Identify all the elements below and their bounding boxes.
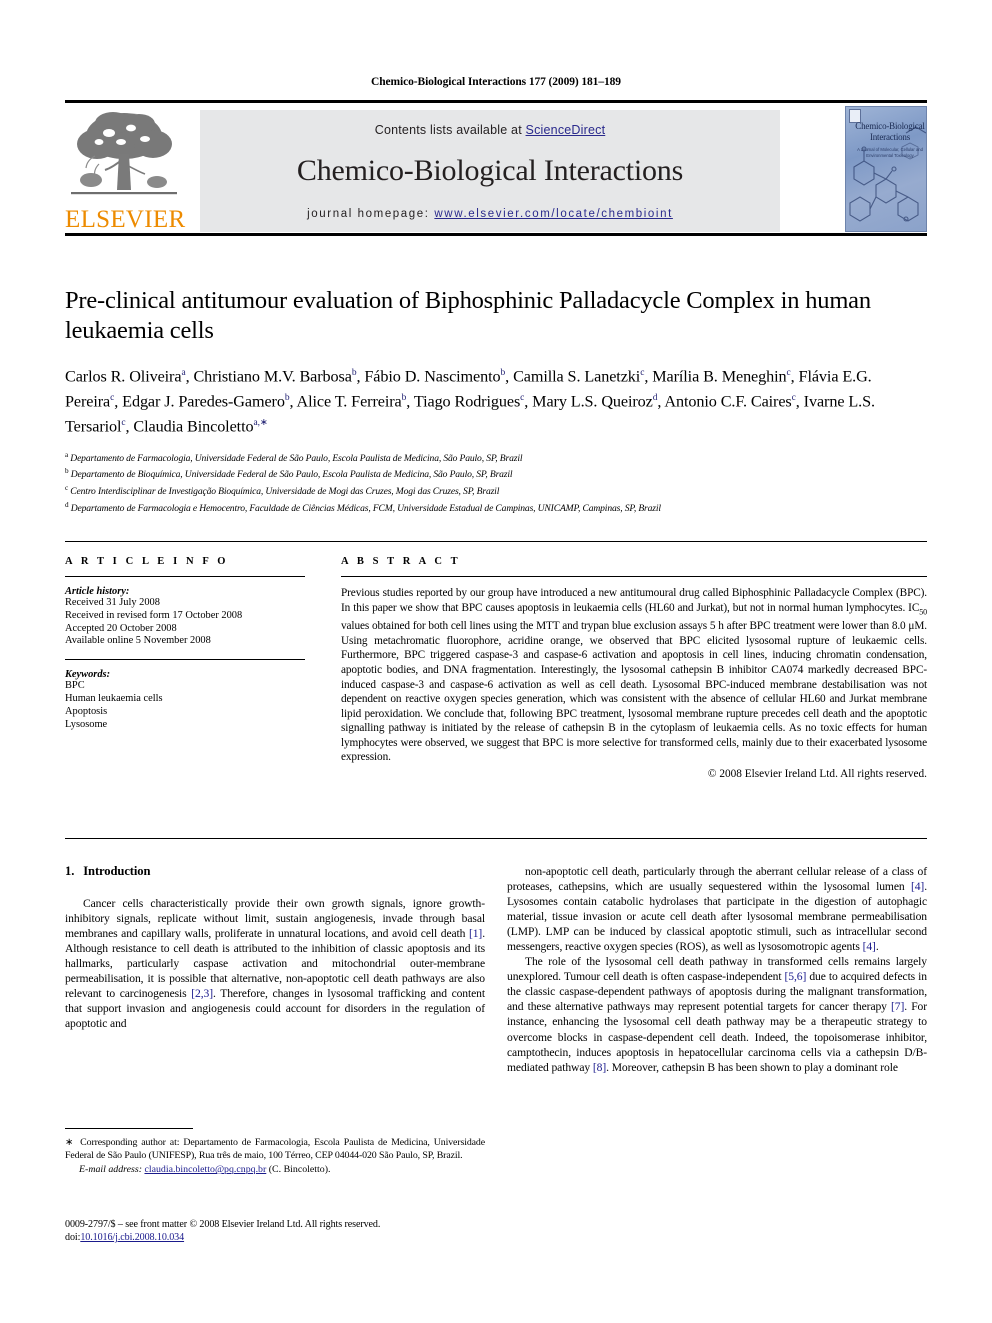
author-list: Carlos R. Oliveiraa, Christiano M.V. Bar… xyxy=(65,367,875,436)
issn-front-matter-line: 0009-2797/$ – see front matter © 2008 El… xyxy=(65,1219,381,1230)
elsevier-logo: ELSEVIER xyxy=(65,106,186,234)
keyword-item: Human leukaemia cells xyxy=(65,692,163,704)
affiliation-mark: c xyxy=(65,484,69,493)
article-history-item: Received 31 July 2008 xyxy=(65,597,160,608)
imprint-block: 0009-2797/$ – see front matter © 2008 El… xyxy=(65,1218,505,1244)
masthead-bottom-rule xyxy=(65,233,927,236)
doi-link[interactable]: 10.1016/j.cbi.2008.10.034 xyxy=(80,1232,184,1243)
keyword-item: Apoptosis xyxy=(65,705,108,717)
masthead-top-rule xyxy=(65,100,927,103)
doi-label: doi: xyxy=(65,1232,81,1243)
affiliation-mark: b xyxy=(65,467,69,476)
article-info-heading: A R T I C L E I N F O xyxy=(65,556,229,567)
abstract-column: A B S T R A C T Previous studies reporte… xyxy=(341,556,927,780)
affiliation-text: Departamento de Farmacologia, Universida… xyxy=(70,452,523,464)
abstract-copyright: © 2008 Elsevier Ireland Ltd. All rights … xyxy=(707,767,927,780)
keywords-rule xyxy=(65,659,305,661)
article-history-item: Received in revised form 17 October 2008 xyxy=(65,609,243,621)
keywords-label: Keywords: xyxy=(65,669,111,681)
affiliation-list: a Departamento de Farmacologia, Universi… xyxy=(65,449,927,516)
title-block: Pre-clinical antitumour evaluation of Bi… xyxy=(65,286,927,516)
footnote-text: ∗ Corresponding author at: Departamento d… xyxy=(65,1137,485,1162)
info-section-top-rule xyxy=(65,541,927,542)
affiliation-item: c Centro Interdisciplinar de Investigaçã… xyxy=(65,482,927,499)
masthead-band: Contents lists available at ScienceDirec… xyxy=(200,110,780,232)
abstract-heading: A B S T R A C T xyxy=(341,556,461,567)
body-paragraph: Cancer cells characteristically provide … xyxy=(65,897,485,1031)
paper-page: Chemico-Biological Interactions 177 (200… xyxy=(0,0,992,1323)
keyword-item: BPC xyxy=(65,680,85,692)
article-history-item: Accepted 20 October 2008 xyxy=(65,622,177,634)
elsevier-wordmark: ELSEVIER xyxy=(65,206,186,233)
corresponding-author-footnote: ∗ Corresponding author at: Departamento d… xyxy=(65,1128,485,1177)
journal-masthead: ELSEVIER Contents lists available at Sci… xyxy=(65,100,927,236)
affiliation-text: Departamento de Bioquímica, Universidade… xyxy=(70,469,513,481)
journal-homepage-link[interactable]: www.elsevier.com/locate/chembioint xyxy=(434,208,672,220)
affiliation-item: a Departamento de Farmacologia, Universi… xyxy=(65,449,927,466)
sciencedirect-link[interactable]: ScienceDirect xyxy=(526,123,606,137)
body-paragraph: non-apoptotic cell death, particularly t… xyxy=(507,865,927,954)
cover-subtitle: A Journal of Molecular, Cellular and Env… xyxy=(857,147,923,158)
paper-title: Pre-clinical antitumour evaluation of Bi… xyxy=(65,287,871,344)
journal-title: Chemico-Biological Interactions xyxy=(296,154,684,187)
email-attribution: (C. Bincoletto). xyxy=(268,1164,331,1176)
elsevier-tree-icon xyxy=(71,112,177,195)
corresponding-author-email-link[interactable]: claudia.bincoletto@pq.cnpq.br xyxy=(144,1164,266,1175)
email-address-label: E-mail address: xyxy=(79,1164,142,1176)
article-history-label: Article history: xyxy=(65,586,130,597)
contents-available-line: Contents lists available at ScienceDirec… xyxy=(200,123,780,137)
contents-prefix: Contents lists available at xyxy=(374,123,526,137)
article-info-rule xyxy=(65,576,305,577)
body-column-right: non-apoptotic cell death, particularly t… xyxy=(507,864,927,1075)
affiliation-item: b Departamento de Bioquímica, Universida… xyxy=(65,465,927,482)
footnote-corresponding-text: Corresponding author at: Departamento de… xyxy=(65,1137,485,1161)
body-paragraph: The role of the lysosomal cell death pat… xyxy=(507,955,928,1074)
journal-cover-thumbnail: Chemico-Biological Interactions A Journa… xyxy=(845,106,927,232)
doi-line: doi:10.1016/j.cbi.2008.10.034 xyxy=(65,1231,505,1244)
cover-title: Chemico-Biological Interactions xyxy=(855,121,925,142)
keyword-item: Lysosome xyxy=(65,718,108,730)
footnote-rule xyxy=(65,1128,193,1129)
affiliation-item: d Departamento de Farmacologia e Hemocen… xyxy=(65,499,927,516)
affiliation-mark: a xyxy=(65,450,69,459)
article-history-item: Available online 5 November 2008 xyxy=(65,635,211,647)
affiliation-text: Departamento de Farmacologia e Hemocentr… xyxy=(70,503,661,515)
journal-homepage-line: journal homepage: www.elsevier.com/locat… xyxy=(200,208,780,220)
affiliation-text: Centro Interdisciplinar de Investigação … xyxy=(70,486,500,498)
homepage-prefix: journal homepage: xyxy=(307,208,430,220)
abstract-bottom-rule xyxy=(65,838,927,839)
footnote-star-mark: ∗ xyxy=(65,1137,74,1148)
footnote-email-line: E-mail address: claudia.bincoletto@pq.cn… xyxy=(65,1164,485,1177)
running-head: Chemico-Biological Interactions 177 (200… xyxy=(371,76,621,88)
affiliation-mark: d xyxy=(65,501,69,510)
abstract-rule xyxy=(341,576,927,577)
article-info-column: A R T I C L E I N F O Article history: R… xyxy=(65,556,305,731)
section-heading-introduction: 1. Introduction xyxy=(65,864,485,879)
section-number: 1. xyxy=(65,864,75,878)
section-title: Introduction xyxy=(83,864,151,878)
abstract-text: Previous studies reported by our group h… xyxy=(341,587,927,764)
body-column-left: 1. Introduction Cancer cells characterist… xyxy=(65,864,485,1031)
